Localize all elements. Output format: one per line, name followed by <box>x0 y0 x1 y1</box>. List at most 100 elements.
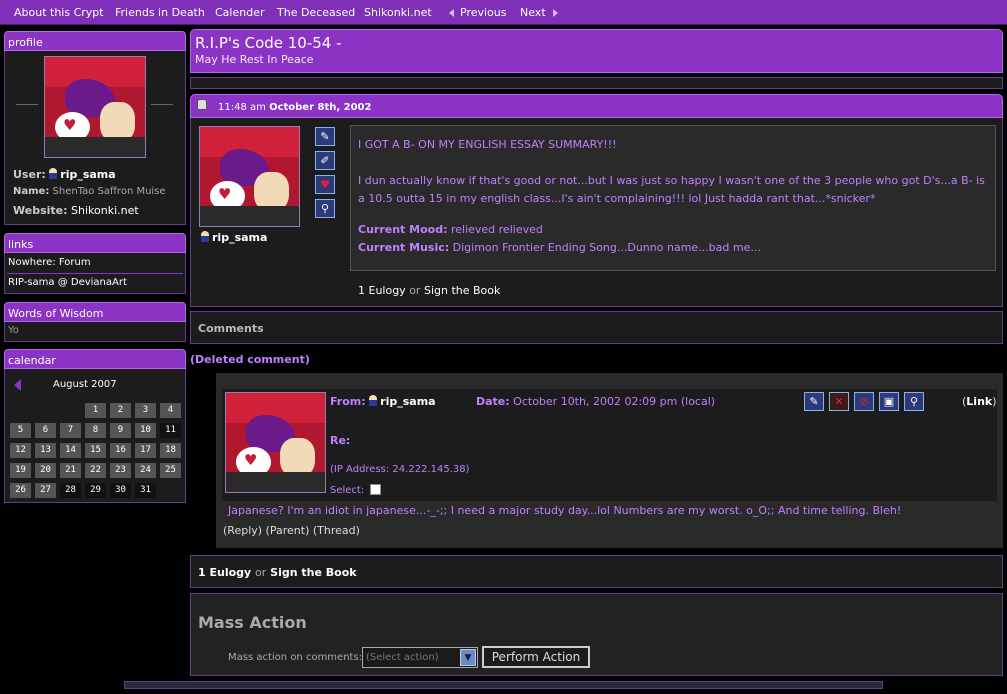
freeze-comment-icon[interactable]: ⊘ <box>854 392 874 411</box>
next-arrow-icon[interactable] <box>553 9 558 17</box>
website-link[interactable]: Shikonki.net <box>71 204 139 217</box>
calendar-day[interactable]: 10 <box>135 423 156 438</box>
calendar-day[interactable]: 3 <box>135 403 156 418</box>
calendar-prev-icon[interactable] <box>14 379 21 391</box>
calendar-box: August 2007 1 2 3 4 5 6 7 8 9 10 11 12 13 14 15 16 17 18 1… <box>4 369 186 503</box>
nav-shikonki[interactable]: Shikonki.net <box>364 6 432 19</box>
user-icon <box>369 395 378 406</box>
bottom-sign-link[interactable]: Sign the Book <box>270 566 356 579</box>
mass-action-select[interactable]: (Select action) ▼ <box>362 647 478 668</box>
link-forum[interactable]: Nowhere: Forum <box>8 257 91 268</box>
calendar-day[interactable]: 25 <box>160 463 181 478</box>
user-row: User: rip_sama <box>13 168 116 181</box>
reply-link[interactable]: Reply <box>227 524 257 537</box>
user-icon <box>201 231 209 242</box>
links-box: Nowhere: Forum RIP-sama @ DevianaArt <box>4 253 186 294</box>
nav-previous[interactable]: Previous <box>460 6 507 19</box>
wisdom-title: Words of Wisdom <box>4 302 186 322</box>
nav-deceased[interactable]: The Deceased <box>277 6 355 19</box>
calendar-day[interactable]: 31 <box>135 483 156 498</box>
profile-title: profile <box>4 31 186 51</box>
delete-comment-icon[interactable]: ✕ <box>829 392 849 411</box>
mass-action-title: Mass Action <box>198 613 307 632</box>
edit-comment-icon[interactable]: ✎ <box>804 392 824 411</box>
screen-comment-icon[interactable]: ▣ <box>879 392 899 411</box>
header-spacer <box>190 77 1003 89</box>
calendar-day[interactable]: 17 <box>135 443 156 458</box>
calendar-day[interactable]: 4 <box>160 403 181 418</box>
calendar-day[interactable]: 21 <box>60 463 81 478</box>
calendar-title: calendar <box>4 349 186 369</box>
calendar-day[interactable]: 30 <box>110 483 131 498</box>
bottom-eulogy: 1 Eulogy or Sign the Book <box>198 566 357 579</box>
entry-text-headline: I GOT A B- ON MY ENGLISH ESSAY SUMMARY!!… <box>358 138 617 151</box>
previous-arrow-icon[interactable] <box>449 9 454 17</box>
link-deviantart[interactable]: RIP-sama @ DevianaArt <box>8 277 127 288</box>
edit-entry-icon[interactable]: ✎ <box>315 127 335 146</box>
thread-link[interactable]: Thread <box>317 524 355 537</box>
calendar-day[interactable]: 1 <box>85 403 106 418</box>
calendar-day[interactable]: 5 <box>10 423 31 438</box>
divider <box>16 104 38 105</box>
select-checkbox[interactable] <box>370 484 382 495</box>
mood-row: Current Mood: relieved relieved <box>358 223 543 236</box>
calendar-day[interactable]: 28 <box>60 483 81 498</box>
entry-username[interactable]: rip_sama <box>212 231 267 244</box>
deleted-comment: (Deleted comment) <box>190 353 310 366</box>
calendar-day[interactable]: 6 <box>35 423 56 438</box>
entry-user: rip_sama <box>201 231 267 244</box>
calendar-day[interactable]: 2 <box>110 403 131 418</box>
comment-subject: Re: <box>330 434 351 447</box>
mass-action-label: Mass action on comments: <box>228 652 363 663</box>
wisdom-box: Yo <box>4 322 186 342</box>
nav-next[interactable]: Next <box>520 6 546 19</box>
sign-book-link[interactable]: Sign the Book <box>424 284 500 297</box>
calendar-day[interactable]: 7 <box>60 423 81 438</box>
calendar-day[interactable]: 14 <box>60 443 81 458</box>
lock-icon <box>197 99 207 110</box>
eulogy-link[interactable]: 1 Eulogy <box>358 284 406 297</box>
calendar-day[interactable]: 9 <box>110 423 131 438</box>
comments-header: Comments <box>190 311 1003 344</box>
entry-avatar[interactable]: ♥ <box>199 126 300 227</box>
bottom-eulogy-bar: 1 Eulogy or Sign the Book <box>190 555 1003 588</box>
calendar-day[interactable]: 27 <box>35 483 56 498</box>
calendar-day[interactable]: 24 <box>135 463 156 478</box>
track-pin-icon[interactable]: ⚲ <box>315 199 335 218</box>
profile-avatar[interactable]: ♥ <box>44 56 146 158</box>
calendar-day[interactable]: 23 <box>110 463 131 478</box>
nav-calender[interactable]: Calender <box>215 6 265 19</box>
comment-avatar[interactable]: ♥ <box>225 392 326 493</box>
bottom-eulogy-link[interactable]: 1 Eulogy <box>198 566 251 579</box>
calendar-day[interactable]: 8 <box>85 423 106 438</box>
perform-action-button[interactable]: Perform Action <box>482 646 590 668</box>
calendar-day[interactable]: 16 <box>110 443 131 458</box>
calendar-day[interactable]: 15 <box>85 443 106 458</box>
calendar-day[interactable]: 29 <box>85 483 106 498</box>
calendar-day[interactable]: 11 <box>160 423 181 438</box>
calendar-day[interactable]: 13 <box>35 443 56 458</box>
entry-datetime: 11:48 am October 8th, 2002 <box>218 102 372 113</box>
track-comment-icon[interactable]: ⚲ <box>904 392 924 411</box>
comment-username[interactable]: rip_sama <box>380 395 435 408</box>
music-row: Current Music: Digimon Frontier Ending S… <box>358 241 761 254</box>
nav-friends[interactable]: Friends in Death <box>115 6 205 19</box>
calendar-day[interactable]: 26 <box>10 483 31 498</box>
calendar-month: August 2007 <box>53 379 117 390</box>
calendar-day[interactable]: 12 <box>10 443 31 458</box>
calendar-day[interactable]: 19 <box>10 463 31 478</box>
comment-from: From: rip_sama <box>330 395 436 408</box>
parent-link[interactable]: Parent <box>270 524 305 537</box>
nav-about[interactable]: About this Crypt <box>14 6 104 19</box>
entry-footer: 1 Eulogy or Sign the Book <box>358 284 501 297</box>
links-title: links <box>4 233 186 253</box>
horizontal-scrollbar[interactable] <box>124 681 883 689</box>
memories-heart-icon[interactable]: ♥ <box>315 175 335 194</box>
profile-username[interactable]: rip_sama <box>60 168 115 181</box>
calendar-day[interactable]: 22 <box>85 463 106 478</box>
chevron-down-icon[interactable]: ▼ <box>460 649 476 666</box>
comments-title: Comments <box>198 322 264 335</box>
calendar-day[interactable]: 20 <box>35 463 56 478</box>
edit-tags-icon[interactable]: ✐ <box>315 151 335 170</box>
calendar-day[interactable]: 18 <box>160 443 181 458</box>
